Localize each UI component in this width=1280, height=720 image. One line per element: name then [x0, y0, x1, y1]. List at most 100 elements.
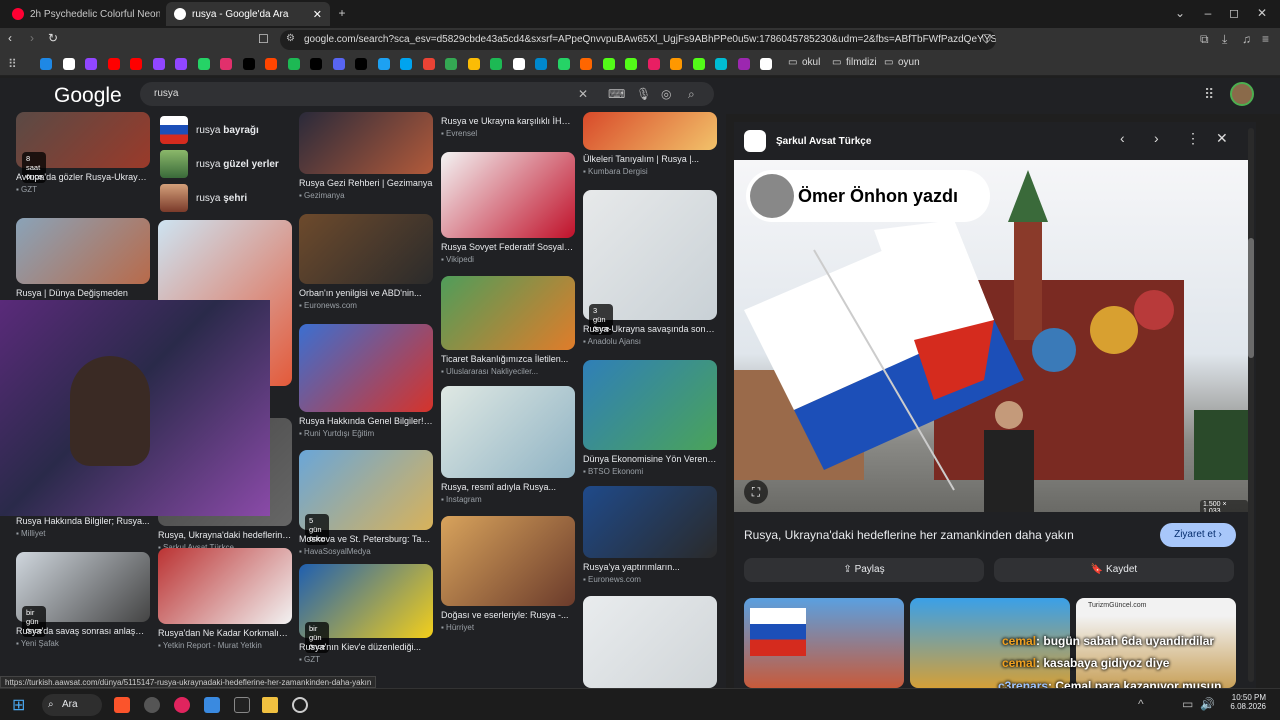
- result-thumbnail[interactable]: [299, 112, 433, 174]
- bookmark-icon[interactable]: [535, 58, 547, 70]
- microphone-icon[interactable]: 🎙: [636, 87, 651, 101]
- bookmark-icon[interactable]: [580, 58, 592, 70]
- app-icon[interactable]: [204, 697, 220, 713]
- extensions-icon[interactable]: ⧉: [1200, 32, 1209, 47]
- taskbar-search[interactable]: ⌕ Ara: [42, 694, 102, 716]
- result-thumbnail[interactable]: [441, 516, 575, 606]
- bookmark-icon[interactable]: [310, 58, 322, 70]
- bookmark-icon[interactable]: [197, 58, 210, 70]
- app-icon[interactable]: [292, 697, 308, 713]
- bookmark-icon[interactable]: [242, 58, 255, 70]
- result-title[interactable]: Avrupa'da gözler Rusya-Ukrayna...: [16, 172, 150, 182]
- lens-icon[interactable]: ◎: [661, 87, 671, 101]
- avatar[interactable]: [1230, 82, 1254, 106]
- result-thumbnail[interactable]: [441, 386, 575, 478]
- result-source[interactable]: ▪ Instagram: [441, 495, 575, 504]
- result-title[interactable]: Ticaret Bakanlığımızca İletilen...: [441, 354, 575, 364]
- result-thumbnail[interactable]: [299, 214, 433, 284]
- file-explorer-icon[interactable]: [262, 697, 278, 713]
- more-options-icon[interactable]: ⋮: [1186, 130, 1200, 147]
- preview-image[interactable]: Ömer Önhon yazdı ⛶ 1.500 × 1.033: [734, 160, 1248, 512]
- result-title[interactable]: Rusya, resmî adıyla Rusya...: [441, 482, 575, 492]
- bookmark-icon[interactable]: [715, 58, 727, 70]
- app-icon[interactable]: [174, 697, 190, 713]
- result-title[interactable]: Rusya Gezi Rehberi | Gezimanya: [299, 178, 433, 188]
- result-source[interactable]: ▪ GZT: [299, 655, 433, 664]
- result-title[interactable]: Ülkeleri Tanıyalım | Rusya |...: [583, 154, 717, 164]
- related-search-guzel-yerler[interactable]: rusya güzel yerler: [160, 148, 294, 180]
- result-title[interactable]: Rusya'da savaş sonrası anlaşmal...: [16, 626, 150, 636]
- bookmark-icon[interactable]: [130, 58, 142, 70]
- bookmark-icon[interactable]: [220, 58, 232, 70]
- result-thumbnail[interactable]: [583, 112, 717, 150]
- volume-icon[interactable]: 🔊: [1200, 697, 1215, 711]
- bookmark-icon[interactable]: [445, 58, 457, 70]
- bookmark-icon[interactable]: [85, 58, 97, 70]
- bookmark-icon[interactable]: [107, 58, 120, 70]
- result-title[interactable]: Rusya Sovyet Federatif Sosyalist...: [441, 242, 575, 252]
- result-source[interactable]: ▪ Euronews.com: [299, 301, 433, 310]
- brave-app-icon[interactable]: [114, 697, 130, 713]
- result-source[interactable]: ▪ Euronews.com: [583, 575, 717, 584]
- result-title[interactable]: Rusya Hakkında Genel Bilgiler! -...: [299, 416, 433, 426]
- bookmark-icon[interactable]: [647, 58, 660, 70]
- keyboard-icon[interactable]: ⌨: [608, 87, 625, 101]
- result-source[interactable]: ▪ Evrensel: [441, 129, 575, 138]
- result-title[interactable]: Rusya'ya yaptırımların...: [583, 562, 717, 572]
- bookmark-icon[interactable]: [467, 58, 480, 70]
- result-title[interactable]: Rusya ve Ukrayna karşılıklı İHA...: [441, 116, 575, 126]
- clock[interactable]: 10:50 PM 6.08.2026: [1226, 693, 1266, 711]
- result-source[interactable]: ▪ Hürriyet: [441, 623, 575, 632]
- result-title[interactable]: Rusya | Dünya Değişmeden: [16, 288, 150, 298]
- bookmark-icon[interactable]: [422, 58, 435, 70]
- bookmark-icon[interactable]: [152, 58, 165, 70]
- bookmark-icon[interactable]: ☐: [258, 32, 269, 46]
- bookmark-folder-okul[interactable]: okul: [802, 57, 820, 68]
- visit-button[interactable]: Ziyaret et ›: [1160, 523, 1236, 547]
- result-source[interactable]: ▪ Vikipedi: [441, 255, 575, 264]
- result-source[interactable]: ▪ Yetkin Report - Murat Yetkin: [158, 641, 292, 650]
- result-title[interactable]: Dünya Ekonomisine Yön Veren Ül...: [583, 454, 717, 464]
- next-icon[interactable]: ›: [1154, 130, 1159, 146]
- close-tab-icon[interactable]: ✕: [313, 8, 322, 21]
- back-icon[interactable]: ‹: [8, 31, 12, 45]
- result-thumbnail[interactable]: [583, 596, 717, 688]
- bookmark-folder-oyun[interactable]: oyun: [898, 57, 920, 68]
- brave-shield-icon[interactable]: ⛉: [982, 32, 991, 47]
- windows-start-icon[interactable]: ⊞: [12, 695, 25, 715]
- bookmark-icon[interactable]: [512, 58, 525, 70]
- previous-icon[interactable]: ‹: [1120, 130, 1125, 146]
- result-source[interactable]: ▪ Anadolu Ajansı: [583, 337, 717, 346]
- bookmark-icon[interactable]: [400, 58, 412, 70]
- result-title[interactable]: Moskova ve St. Petersburg: Tarih...: [299, 534, 433, 544]
- result-title[interactable]: Rusya-Ukrayna savaşında son 24...: [583, 324, 717, 334]
- google-logo[interactable]: Google: [54, 84, 122, 108]
- result-thumbnail[interactable]: [16, 218, 150, 284]
- result-source[interactable]: ▪ Gezimanya: [299, 191, 433, 200]
- result-source[interactable]: ▪ BTSO Ekonomi: [583, 467, 717, 476]
- result-title[interactable]: Rusya'dan Ne Kadar Korkmalıyız...: [158, 628, 292, 638]
- result-title[interactable]: Orban'ın yenilgisi ve ABD'nin...: [299, 288, 433, 298]
- download-icon[interactable]: ⤓: [1222, 32, 1227, 47]
- share-button[interactable]: ⇪ Paylaş: [744, 558, 984, 582]
- search-input[interactable]: rusya: [140, 82, 714, 106]
- result-thumbnail[interactable]: [441, 152, 575, 238]
- related-search-sehri[interactable]: rusya şehri: [160, 182, 294, 214]
- bookmark-icon[interactable]: [265, 58, 277, 70]
- result-source[interactable]: ▪ Kumbara Dergisi: [583, 167, 717, 176]
- result-title[interactable]: Rusya'nın Kiev'e düzenlediği...: [299, 642, 433, 652]
- panel-scrollbar[interactable]: [1248, 128, 1254, 682]
- result-source[interactable]: ▪ HavaSosyalMedya: [299, 547, 433, 556]
- bookmark-icon[interactable]: [557, 58, 570, 70]
- tray-chevron-icon[interactable]: ^: [1138, 697, 1144, 711]
- result-source[interactable]: ▪ GZT: [16, 185, 150, 194]
- media-icon[interactable]: ♫: [1242, 32, 1251, 46]
- result-thumbnail[interactable]: [583, 190, 717, 320]
- app-icon[interactable]: [234, 697, 250, 713]
- maximize-button[interactable]: ◻: [1222, 4, 1246, 22]
- tab-youtube[interactable]: 2h Psychedelic Colorful Neon Backgr: [4, 2, 160, 26]
- related-image-1[interactable]: [744, 598, 904, 688]
- bookmark-icon[interactable]: [602, 58, 615, 70]
- result-title[interactable]: Doğası ve eserleriyle: Rusya -...: [441, 610, 575, 620]
- result-source[interactable]: ▪ Uluslararası Nakliyeciler...: [441, 367, 575, 376]
